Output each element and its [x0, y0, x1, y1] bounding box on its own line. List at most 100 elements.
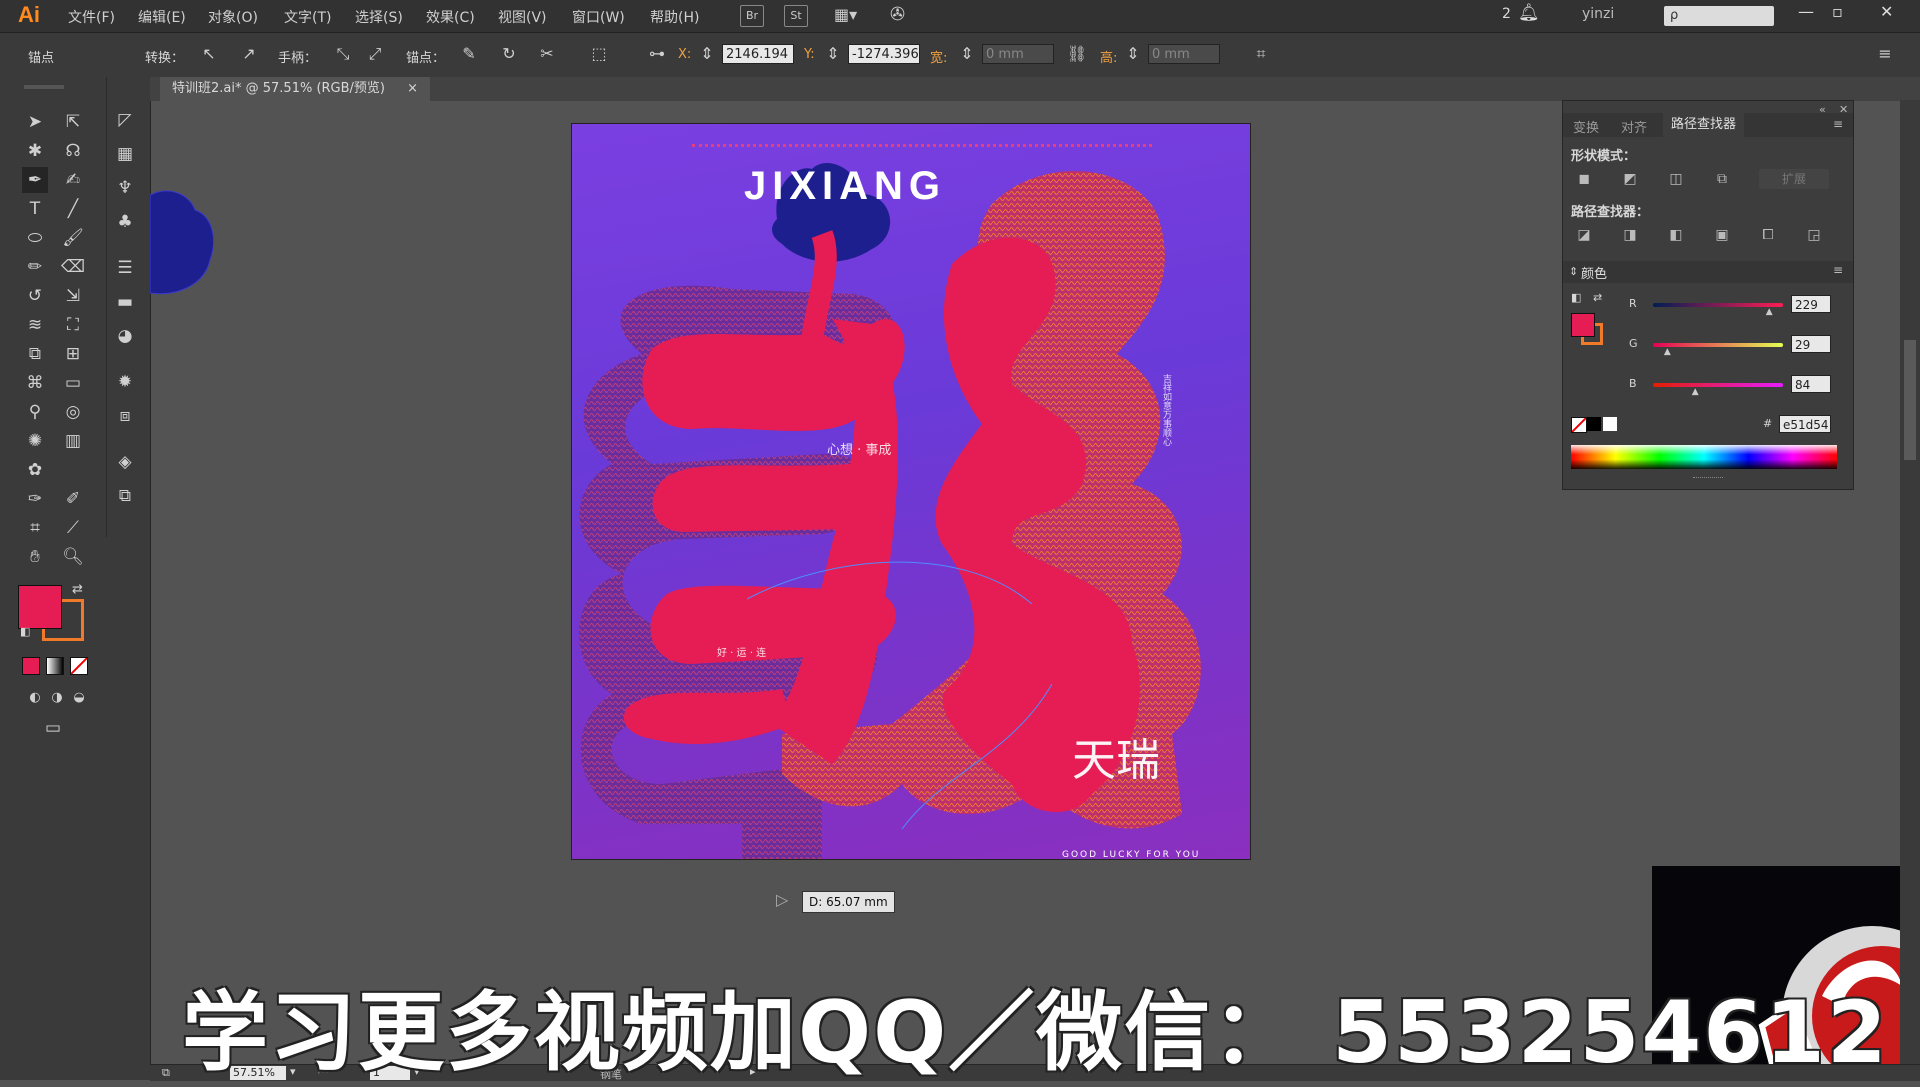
- outline-icon[interactable]: ⧠: [1757, 225, 1779, 245]
- magic-wand-tool-icon[interactable]: ✱: [22, 138, 48, 164]
- hide-handles-icon[interactable]: ⤢: [364, 43, 386, 65]
- scale-tool-icon[interactable]: ⇲: [60, 283, 86, 309]
- asset-export-panel-icon[interactable]: ⧉: [112, 483, 138, 509]
- swatches-panel-icon[interactable]: ▦: [112, 141, 138, 167]
- b-slider-thumb[interactable]: ▲: [1692, 387, 1699, 397]
- align-icon[interactable]: ⊶: [646, 43, 668, 65]
- g-slider-thumb[interactable]: ▲: [1664, 347, 1671, 357]
- artboard-nav-icon[interactable]: ⧉: [162, 1066, 170, 1080]
- x-stepper-icon[interactable]: ⇕: [700, 43, 714, 65]
- ellipse-tool-icon[interactable]: ⬭: [22, 225, 48, 251]
- tab-align[interactable]: 对齐: [1621, 117, 1647, 136]
- b-field[interactable]: 84: [1791, 375, 1831, 393]
- menu-effect[interactable]: 效果(C): [426, 7, 475, 27]
- knife-tool-icon[interactable]: ✐: [60, 486, 86, 512]
- shape-builder-tool-icon[interactable]: ⧉: [22, 341, 48, 367]
- vertical-scrollbar[interactable]: [1900, 100, 1920, 1064]
- slice-tool-icon[interactable]: ✑: [22, 486, 48, 512]
- panel-menu-icon[interactable]: ≡: [1833, 117, 1843, 131]
- bell-icon[interactable]: 🔔︎: [1518, 3, 1540, 23]
- exclude-icon[interactable]: ⧉: [1711, 169, 1733, 189]
- convert-smooth-icon[interactable]: ↗: [238, 43, 260, 65]
- mesh-tool-icon[interactable]: ⌘: [22, 370, 48, 396]
- curvature-tool-icon[interactable]: ✍: [60, 167, 86, 193]
- graphic-styles-panel-icon[interactable]: ⧈: [112, 403, 138, 429]
- tab-pathfinder[interactable]: 路径查找器: [1663, 113, 1745, 137]
- merge-icon[interactable]: ◧: [1665, 225, 1687, 245]
- warp-tool-icon[interactable]: ≋: [22, 312, 48, 338]
- r-field[interactable]: 229: [1791, 295, 1831, 313]
- graph-tool-icon[interactable]: ▥: [60, 428, 86, 454]
- stroke-panel-icon[interactable]: ☰: [112, 255, 138, 281]
- menu-edit[interactable]: 编辑(E): [138, 7, 186, 27]
- color-defaults-icon[interactable]: ◧: [1571, 291, 1581, 304]
- gpu-icon[interactable]: ✇: [890, 4, 905, 25]
- bridge-icon[interactable]: Br: [740, 5, 764, 27]
- intersect-icon[interactable]: ◫: [1665, 169, 1687, 189]
- color-panel-menu-icon[interactable]: ≡: [1833, 263, 1843, 277]
- blend-tool-icon[interactable]: ◎: [60, 399, 86, 425]
- menu-help[interactable]: 帮助(H): [650, 7, 699, 27]
- symbols-panel-icon[interactable]: ♣: [112, 209, 138, 235]
- y-field[interactable]: -1274.396: [848, 44, 920, 64]
- w-field[interactable]: 0 mm: [982, 44, 1054, 64]
- menu-window[interactable]: 窗口(W): [572, 7, 625, 27]
- connect-anchor-icon[interactable]: ↻: [498, 43, 520, 65]
- menu-object[interactable]: 对象(O): [208, 7, 258, 27]
- fill-swatch[interactable]: [18, 585, 62, 629]
- pen-tool-icon[interactable]: ✒: [22, 167, 48, 193]
- link-icon[interactable]: ⛓: [1066, 43, 1088, 65]
- g-field[interactable]: 29: [1791, 335, 1831, 353]
- cut-path-icon[interactable]: ✂: [536, 43, 558, 65]
- convert-corner-icon[interactable]: ↖: [198, 43, 220, 65]
- draw-inside-icon[interactable]: ◒: [66, 685, 92, 711]
- artboard-tool-icon[interactable]: ✿: [22, 457, 48, 483]
- hand-tool-icon[interactable]: ✋︎: [22, 544, 48, 570]
- free-transform-tool-icon[interactable]: ⛶: [60, 312, 86, 338]
- maximize-icon[interactable]: ▫: [1832, 2, 1843, 21]
- crop-icon[interactable]: ▣: [1711, 225, 1733, 245]
- close-icon[interactable]: ✕: [1880, 2, 1893, 21]
- offboard-shape[interactable]: [150, 185, 220, 300]
- color-fill-swatch[interactable]: [1571, 313, 1595, 337]
- document-tab-close-icon[interactable]: ×: [407, 81, 418, 96]
- line-tool-icon[interactable]: ╱: [60, 196, 86, 222]
- stock-icon[interactable]: St: [784, 5, 808, 27]
- r-slider[interactable]: [1653, 303, 1783, 307]
- perspective-tool-icon[interactable]: ⊞: [60, 341, 86, 367]
- menu-file[interactable]: 文件(F): [68, 7, 115, 27]
- w-stepper-icon[interactable]: ⇕: [960, 43, 974, 65]
- screen-mode-icon[interactable]: ▭: [40, 715, 66, 741]
- trim-icon[interactable]: ◨: [1619, 225, 1641, 245]
- h-field[interactable]: 0 mm: [1148, 44, 1220, 64]
- hex-field[interactable]: e51d54: [1779, 415, 1831, 433]
- black-swatch[interactable]: [1587, 417, 1601, 431]
- width-tool-icon[interactable]: ⟋: [60, 515, 86, 541]
- direct-selection-tool-icon[interactable]: ⇱: [60, 109, 86, 135]
- expand-button[interactable]: 扩展: [1759, 169, 1829, 189]
- transparency-panel-icon[interactable]: ◕: [112, 323, 138, 349]
- x-field[interactable]: 2146.194: [722, 44, 794, 64]
- type-tool-icon[interactable]: T: [22, 196, 48, 222]
- color-spectrum[interactable]: [1571, 445, 1837, 469]
- search-input[interactable]: ρ: [1664, 6, 1774, 26]
- show-handles-icon[interactable]: ⤡: [332, 43, 354, 65]
- color-mode-icon[interactable]: [22, 657, 40, 675]
- swap-fill-stroke-icon[interactable]: ⇄: [72, 582, 83, 597]
- crop-tool-icon[interactable]: ⌗: [22, 515, 48, 541]
- eraser-tool-icon[interactable]: ⌫: [60, 254, 86, 280]
- gradient-panel-icon[interactable]: ▬: [112, 289, 138, 315]
- eyedropper-tool-icon[interactable]: ⚲: [22, 399, 48, 425]
- color-panel-toggle-icon[interactable]: ⇕: [1569, 265, 1578, 278]
- b-slider[interactable]: [1653, 383, 1783, 387]
- menu-select[interactable]: 选择(S): [355, 7, 403, 27]
- document-tab[interactable]: 特训班2.ai* @ 57.51% (RGB/预览) ×: [160, 77, 431, 101]
- gradient-tool-icon[interactable]: ▭: [60, 370, 86, 396]
- user-name[interactable]: yinzi: [1582, 6, 1614, 22]
- default-colors-icon[interactable]: ◧: [20, 625, 30, 638]
- zoom-tool-icon[interactable]: 🔍︎: [60, 544, 86, 570]
- artboard[interactable]: JIXIANG 心想 · 事成 好 · 运 · 连 吉祥如意万事顺心 天瑞 GO…: [572, 124, 1250, 859]
- g-slider[interactable]: [1653, 343, 1783, 347]
- lasso-tool-icon[interactable]: ☊: [60, 138, 86, 164]
- rotate-tool-icon[interactable]: ↺: [22, 283, 48, 309]
